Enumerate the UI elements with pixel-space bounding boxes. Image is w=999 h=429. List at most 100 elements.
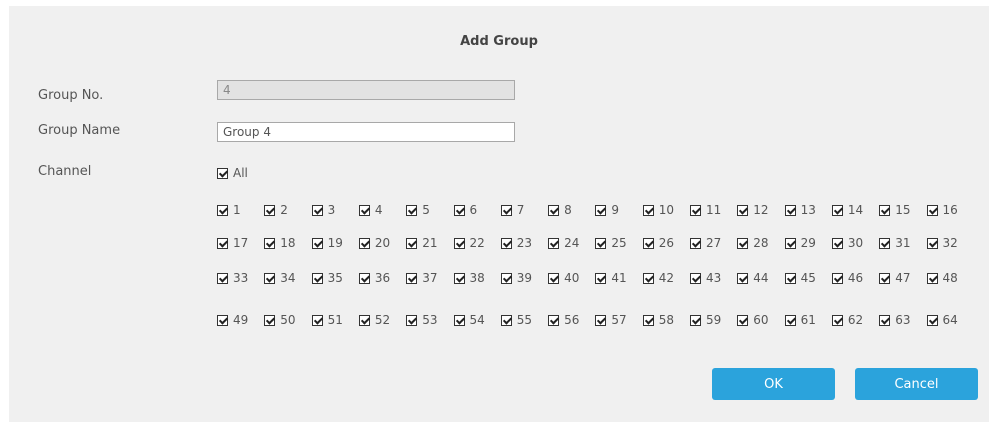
channel-checkbox[interactable]: 52	[358, 312, 390, 328]
channel-checkbox[interactable]: 23	[500, 235, 532, 251]
channel-checkbox[interactable]: 19	[311, 235, 343, 251]
channel-checkbox[interactable]: 13	[784, 202, 816, 218]
channel-checkbox[interactable]: 39	[500, 270, 532, 286]
channel-checkbox-label: 60	[753, 313, 769, 327]
channel-checkbox[interactable]: 60	[737, 312, 769, 328]
channel-checkbox[interactable]: 3	[311, 202, 335, 218]
channel-checkbox[interactable]: 38	[453, 270, 485, 286]
channel-checkbox-label: 55	[516, 313, 533, 327]
checkbox-checked-icon	[926, 272, 938, 284]
channel-checkbox[interactable]: 30	[831, 235, 863, 251]
channel-checkbox[interactable]: 26	[642, 235, 674, 251]
channel-label: Channel	[38, 164, 92, 179]
channel-checkbox[interactable]: 49	[217, 312, 248, 328]
checkbox-checked-icon	[737, 314, 749, 326]
channel-checkbox[interactable]: 53	[406, 312, 437, 328]
channel-checkbox[interactable]: 42	[642, 270, 674, 286]
checkbox-checked-icon	[784, 314, 796, 326]
checkbox-checked-icon	[879, 204, 891, 216]
channel-checkbox[interactable]: 24	[548, 235, 579, 251]
channel-checkbox[interactable]: 43	[690, 270, 721, 286]
channel-checkbox[interactable]: 41	[595, 270, 627, 286]
channel-checkbox[interactable]: 21	[406, 235, 437, 251]
channel-checkbox[interactable]: 1	[217, 202, 241, 218]
dialog-title: Add Group	[460, 34, 538, 49]
channel-checkbox[interactable]: 47	[879, 270, 910, 286]
checkbox-checked-icon	[217, 272, 228, 284]
channel-checkbox[interactable]: 54	[453, 312, 485, 328]
channel-checkbox[interactable]: 7	[500, 202, 524, 218]
channel-checkbox[interactable]: 18	[264, 235, 296, 251]
channel-checkbox[interactable]: 5	[406, 202, 430, 218]
channel-checkbox[interactable]: 46	[831, 270, 864, 286]
channel-checkbox[interactable]: 28	[737, 235, 769, 251]
checkbox-checked-icon	[453, 272, 465, 284]
checkbox-checked-icon	[831, 237, 843, 249]
channel-checkbox[interactable]: 59	[690, 312, 721, 328]
channel-checkbox[interactable]: 48	[926, 270, 958, 286]
channel-all-checkbox[interactable]: All	[217, 165, 248, 181]
channel-checkbox[interactable]: 11	[690, 202, 721, 218]
channel-checkbox[interactable]: 10	[642, 202, 674, 218]
channel-checkbox[interactable]: 57	[595, 312, 627, 328]
channel-checkbox[interactable]: 34	[264, 270, 296, 286]
checkbox-checked-icon	[406, 204, 418, 216]
channel-checkbox[interactable]: 35	[311, 270, 343, 286]
channel-checkbox[interactable]: 8	[548, 202, 572, 218]
add-group-dialog: Add Group Group No. 4 Group Name Group 4…	[9, 6, 989, 422]
checkbox-checked-icon	[406, 314, 418, 326]
checkbox-checked-icon	[548, 272, 560, 284]
group-name-input[interactable]: Group 4	[217, 122, 515, 142]
channel-checkbox-label: 22	[469, 236, 485, 250]
channel-checkbox[interactable]: 12	[737, 202, 769, 218]
cancel-button[interactable]: Cancel	[855, 368, 978, 400]
channel-checkbox[interactable]: 33	[217, 270, 248, 286]
channel-checkbox[interactable]: 40	[548, 270, 579, 286]
channel-checkbox[interactable]: 14	[831, 202, 863, 218]
channel-checkbox[interactable]: 22	[453, 235, 485, 251]
channel-checkbox[interactable]: 37	[406, 270, 437, 286]
channel-checkbox[interactable]: 45	[784, 270, 816, 286]
channel-checkbox-label: 8	[564, 203, 572, 217]
checkbox-checked-icon	[831, 272, 843, 284]
channel-checkbox-label: 12	[753, 203, 769, 217]
channel-checkbox[interactable]: 44	[737, 270, 769, 286]
channel-checkbox[interactable]: 29	[784, 235, 816, 251]
channel-checkbox[interactable]: 61	[784, 312, 816, 328]
checkbox-checked-icon	[784, 272, 796, 284]
channel-checkbox[interactable]: 17	[217, 235, 248, 251]
checkbox-checked-icon	[642, 237, 654, 249]
checkbox-checked-icon	[453, 204, 465, 216]
checkbox-checked-icon	[217, 237, 228, 249]
channel-checkbox[interactable]: 62	[831, 312, 863, 328]
channel-checkbox-label: 27	[706, 236, 722, 250]
channel-checkbox[interactable]: 6	[453, 202, 477, 218]
channel-checkbox[interactable]: 9	[595, 202, 619, 218]
channel-checkbox[interactable]: 16	[926, 202, 958, 218]
channel-checkbox[interactable]: 63	[879, 312, 910, 328]
channel-checkbox[interactable]: 56	[548, 312, 579, 328]
channel-checkbox[interactable]: 36	[358, 270, 390, 286]
ok-button[interactable]: OK	[712, 368, 835, 400]
channel-checkbox[interactable]: 50	[264, 312, 296, 328]
channel-checkbox[interactable]: 27	[690, 235, 721, 251]
channel-checkbox-label: 47	[895, 271, 911, 285]
channel-checkbox[interactable]: 25	[595, 235, 627, 251]
channel-checkbox-label: 63	[895, 313, 911, 327]
channel-checkbox[interactable]: 64	[926, 312, 958, 328]
channel-checkbox[interactable]: 55	[500, 312, 533, 328]
channel-checkbox[interactable]: 4	[358, 202, 383, 218]
channel-checkbox[interactable]: 15	[879, 202, 910, 218]
checkbox-checked-icon	[311, 272, 323, 284]
checkbox-checked-icon	[358, 314, 370, 326]
channel-checkbox-label: 42	[658, 271, 674, 285]
checkbox-checked-icon	[311, 204, 323, 216]
channel-checkbox[interactable]: 31	[879, 235, 910, 251]
channel-checkbox[interactable]: 58	[642, 312, 674, 328]
checkbox-checked-icon	[264, 272, 276, 284]
channel-checkbox[interactable]: 32	[926, 235, 958, 251]
channel-checkbox[interactable]: 2	[264, 202, 288, 218]
channel-checkbox[interactable]: 51	[311, 312, 343, 328]
channel-checkbox-label: 46	[847, 271, 864, 285]
channel-checkbox[interactable]: 20	[358, 235, 390, 251]
